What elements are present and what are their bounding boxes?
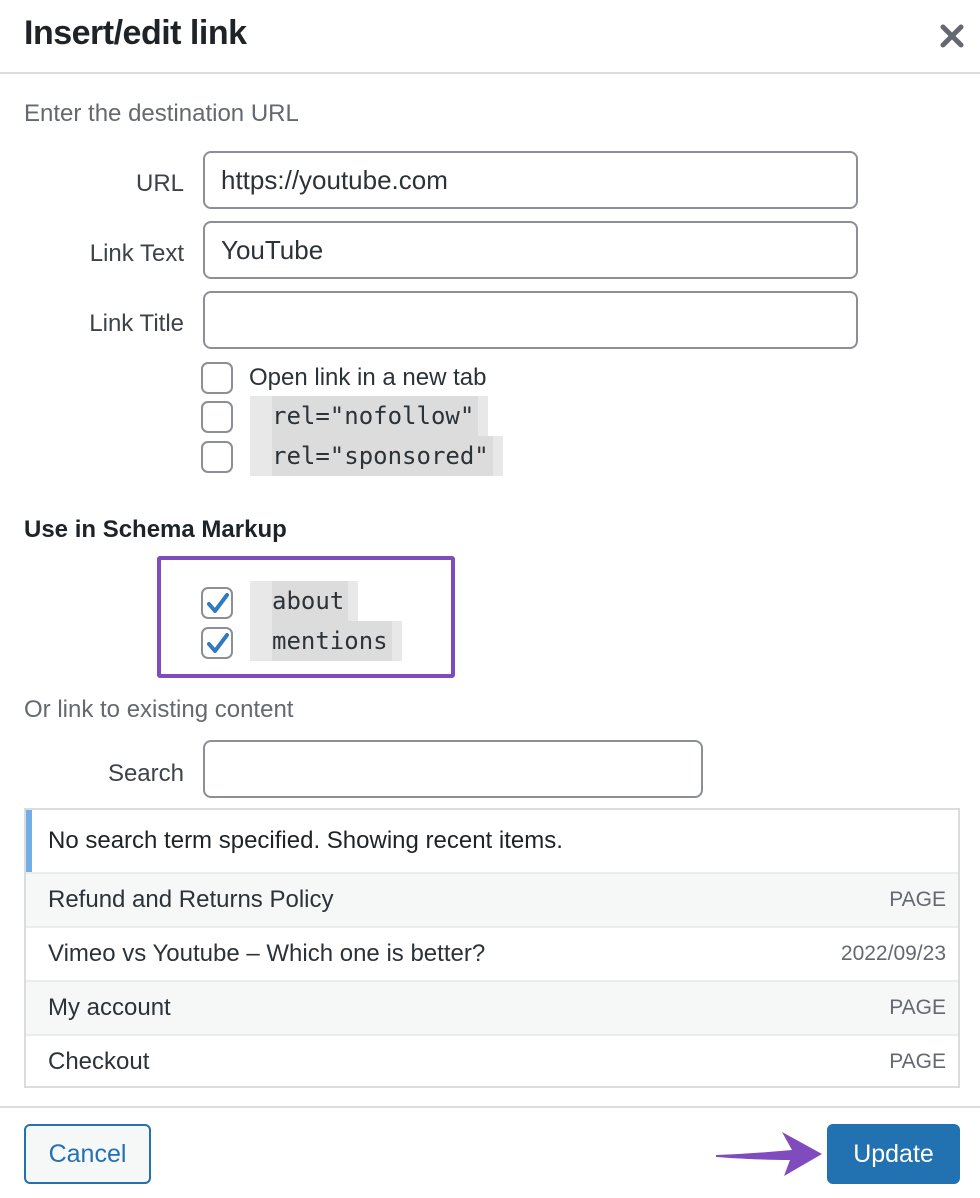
close-icon (940, 24, 964, 48)
result-title: Vimeo vs Youtube – Which one is better? (48, 940, 486, 967)
destination-url-heading: Enter the destination URL (24, 100, 299, 127)
dialog-header: Insert/edit link (0, 0, 980, 74)
result-title: Checkout (48, 1048, 150, 1075)
checkmark-icon (207, 593, 229, 613)
result-type: PAGE (889, 996, 946, 1019)
existing-content-heading: Or link to existing content (24, 696, 294, 723)
mentions-label: mentions (250, 621, 402, 661)
annotation-arrow-icon (716, 1132, 822, 1176)
schema-markup-heading: Use in Schema Markup (24, 516, 287, 543)
link-text-input[interactable] (203, 221, 858, 279)
search-input[interactable] (203, 740, 703, 798)
link-text-label: Link Text (89, 240, 184, 267)
link-title-input[interactable] (203, 291, 858, 349)
close-button[interactable] (936, 18, 968, 54)
dialog-title: Insert/edit link (24, 14, 247, 52)
sponsored-label: rel="sponsored" (250, 436, 503, 476)
result-item[interactable]: Vimeo vs Youtube – Which one is better? … (26, 926, 958, 980)
nofollow-code: rel="nofollow" (272, 396, 479, 436)
mentions-code: mentions (272, 621, 392, 661)
url-label: URL (135, 170, 184, 197)
nofollow-checkbox[interactable] (201, 401, 233, 433)
mentions-checkbox[interactable] (201, 627, 233, 659)
cancel-button[interactable]: Cancel (24, 1124, 151, 1184)
checkmark-icon (207, 633, 229, 653)
open-new-tab-label: Open link in a new tab (249, 364, 487, 391)
search-results-list[interactable]: No search term specified. Showing recent… (24, 808, 960, 1088)
sponsored-code: rel="sponsored" (272, 436, 493, 476)
search-label: Search (107, 760, 184, 787)
result-item[interactable]: My account PAGE (26, 980, 958, 1034)
result-item[interactable]: Checkout PAGE (26, 1034, 958, 1088)
result-title: My account (48, 994, 171, 1021)
about-label: about (250, 581, 359, 621)
result-title: Refund and Returns Policy (48, 886, 334, 913)
search-notice: No search term specified. Showing recent… (26, 810, 958, 872)
result-item[interactable]: Refund and Returns Policy PAGE (26, 872, 958, 926)
result-date: 2022/09/23 (840, 942, 946, 965)
open-new-tab-checkbox[interactable] (201, 362, 233, 394)
url-input[interactable] (203, 151, 858, 209)
result-type: PAGE (889, 1050, 946, 1073)
about-checkbox[interactable] (201, 587, 233, 619)
about-code: about (272, 581, 349, 621)
nofollow-label: rel="nofollow" (250, 396, 489, 436)
update-button[interactable]: Update (827, 1124, 960, 1184)
result-type: PAGE (889, 888, 946, 911)
link-title-label: Link Title (89, 310, 184, 337)
sponsored-checkbox[interactable] (201, 441, 233, 473)
